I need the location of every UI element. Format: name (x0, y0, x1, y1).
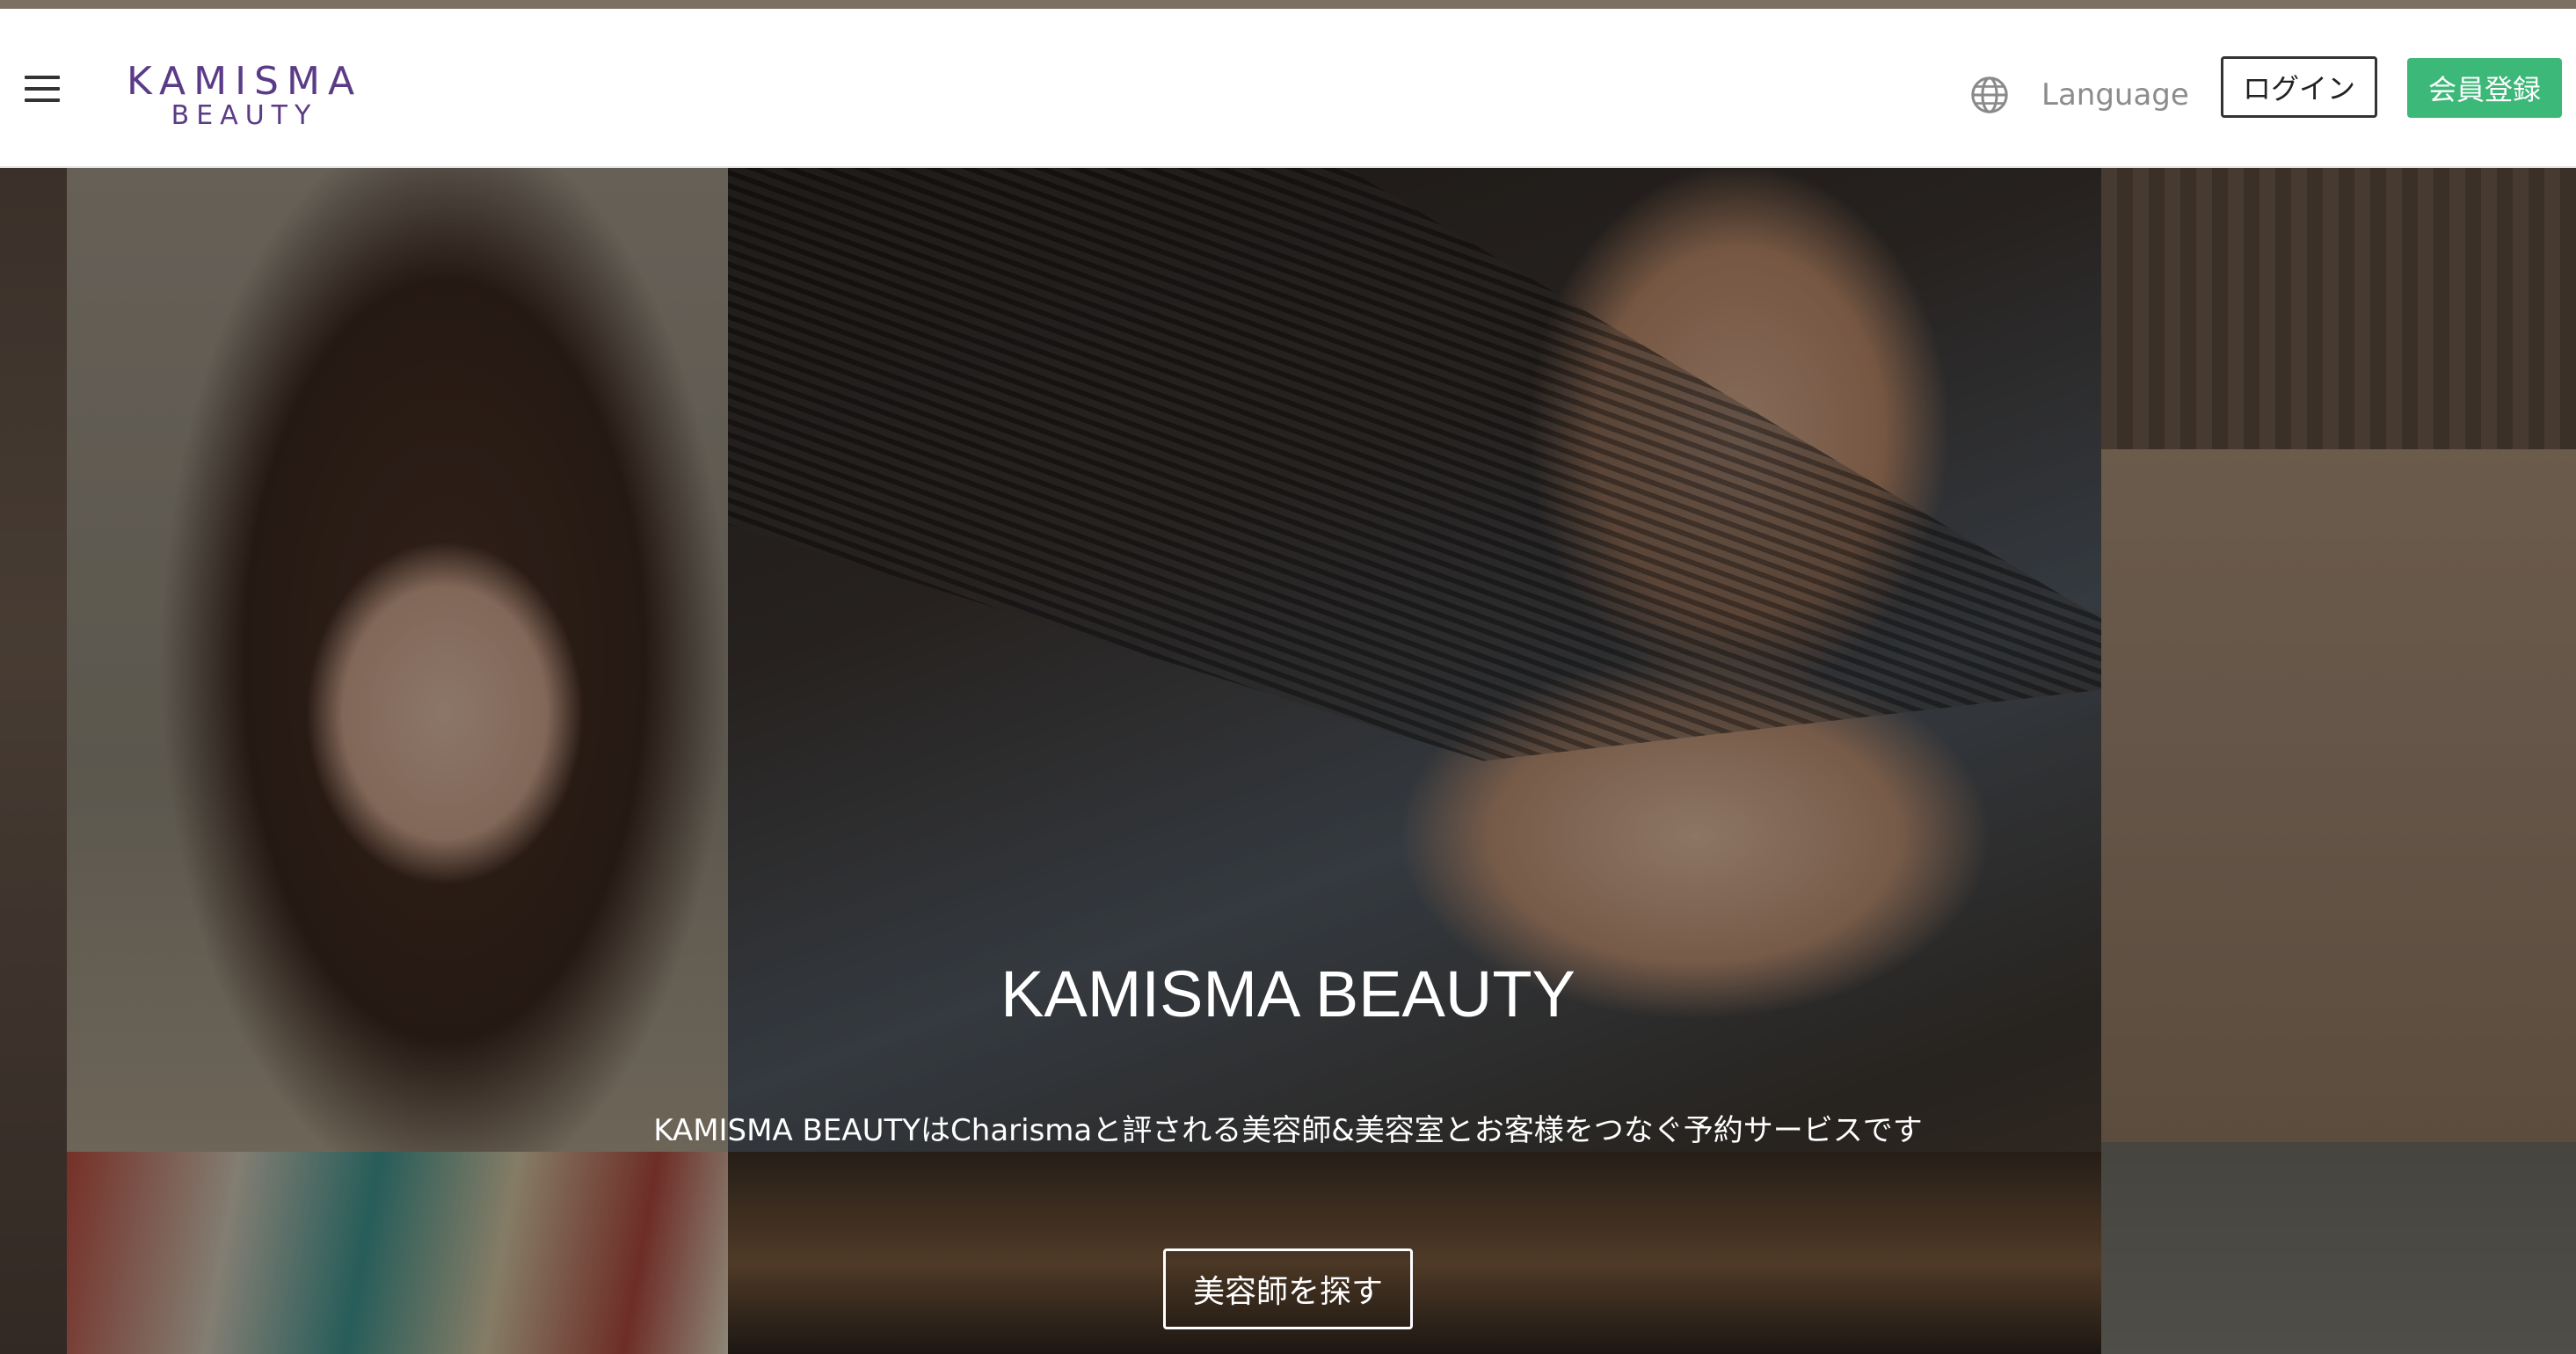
site-logo[interactable]: KAMISMA BEAUTY (113, 53, 376, 141)
site-header: KAMISMA BEAUTY Language ログイン 会員登録 (0, 9, 2576, 167)
hero-dark-overlay (0, 168, 2576, 1354)
language-selector[interactable]: Language (1969, 70, 2189, 120)
top-accent-stripe (0, 0, 2576, 9)
language-label: Language (2041, 77, 2189, 113)
hero-title: KAMISMA BEAUTY (1001, 957, 1575, 1030)
login-button[interactable]: ログイン (2221, 56, 2377, 118)
register-button[interactable]: 会員登録 (2407, 58, 2562, 118)
hero-section: KAMISMA BEAUTY KAMISMA BEAUTYはCharismaと評… (0, 168, 2576, 1354)
find-stylist-button[interactable]: 美容師を探す (1163, 1248, 1413, 1329)
logo-main-text: KAMISMA (126, 59, 363, 104)
logo-sub-text: BEAUTY (171, 100, 318, 131)
globe-icon (1971, 76, 2008, 113)
hero-subtitle: KAMISMA BEAUTYはCharismaと評される美容師&美容室とお客様を… (653, 1113, 1923, 1148)
menu-icon[interactable] (25, 76, 60, 102)
